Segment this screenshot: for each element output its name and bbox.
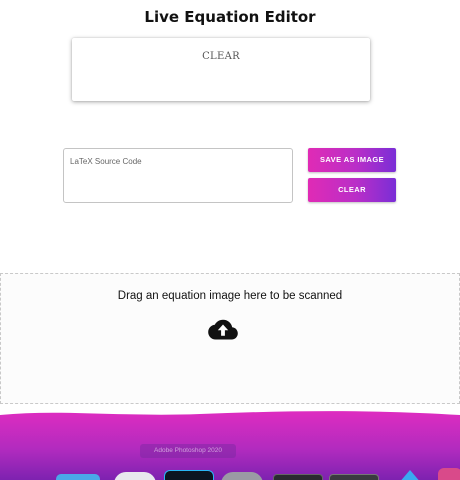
latex-source-input[interactable] [64, 149, 292, 202]
dock-app-icon[interactable] [164, 470, 214, 480]
dock-app-icon[interactable] [273, 474, 323, 480]
clear-button[interactable]: CLEAR [308, 178, 396, 202]
desktop-taskbar-background [0, 411, 460, 480]
save-as-image-button[interactable]: SAVE AS IMAGE [308, 148, 396, 172]
dock-app-icon[interactable] [56, 474, 100, 480]
equation-preview-text: CLEAR [202, 51, 240, 62]
dock-app-icon[interactable] [329, 474, 379, 480]
equation-preview-card: CLEAR [72, 38, 370, 101]
drop-zone-message: Drag an equation image here to be scanne… [117, 290, 343, 302]
dock-app-icon[interactable] [438, 468, 460, 480]
dock-tooltip: Adobe Photoshop 2020 [140, 444, 236, 458]
latex-source-field[interactable] [63, 148, 293, 203]
cloud-upload-icon [208, 319, 238, 340]
page-title: Live Equation Editor [144, 8, 316, 26]
image-drop-zone[interactable]: Drag an equation image here to be scanne… [0, 273, 460, 404]
dock-app-icon[interactable] [221, 472, 263, 480]
dock-app-icon[interactable] [114, 472, 156, 480]
